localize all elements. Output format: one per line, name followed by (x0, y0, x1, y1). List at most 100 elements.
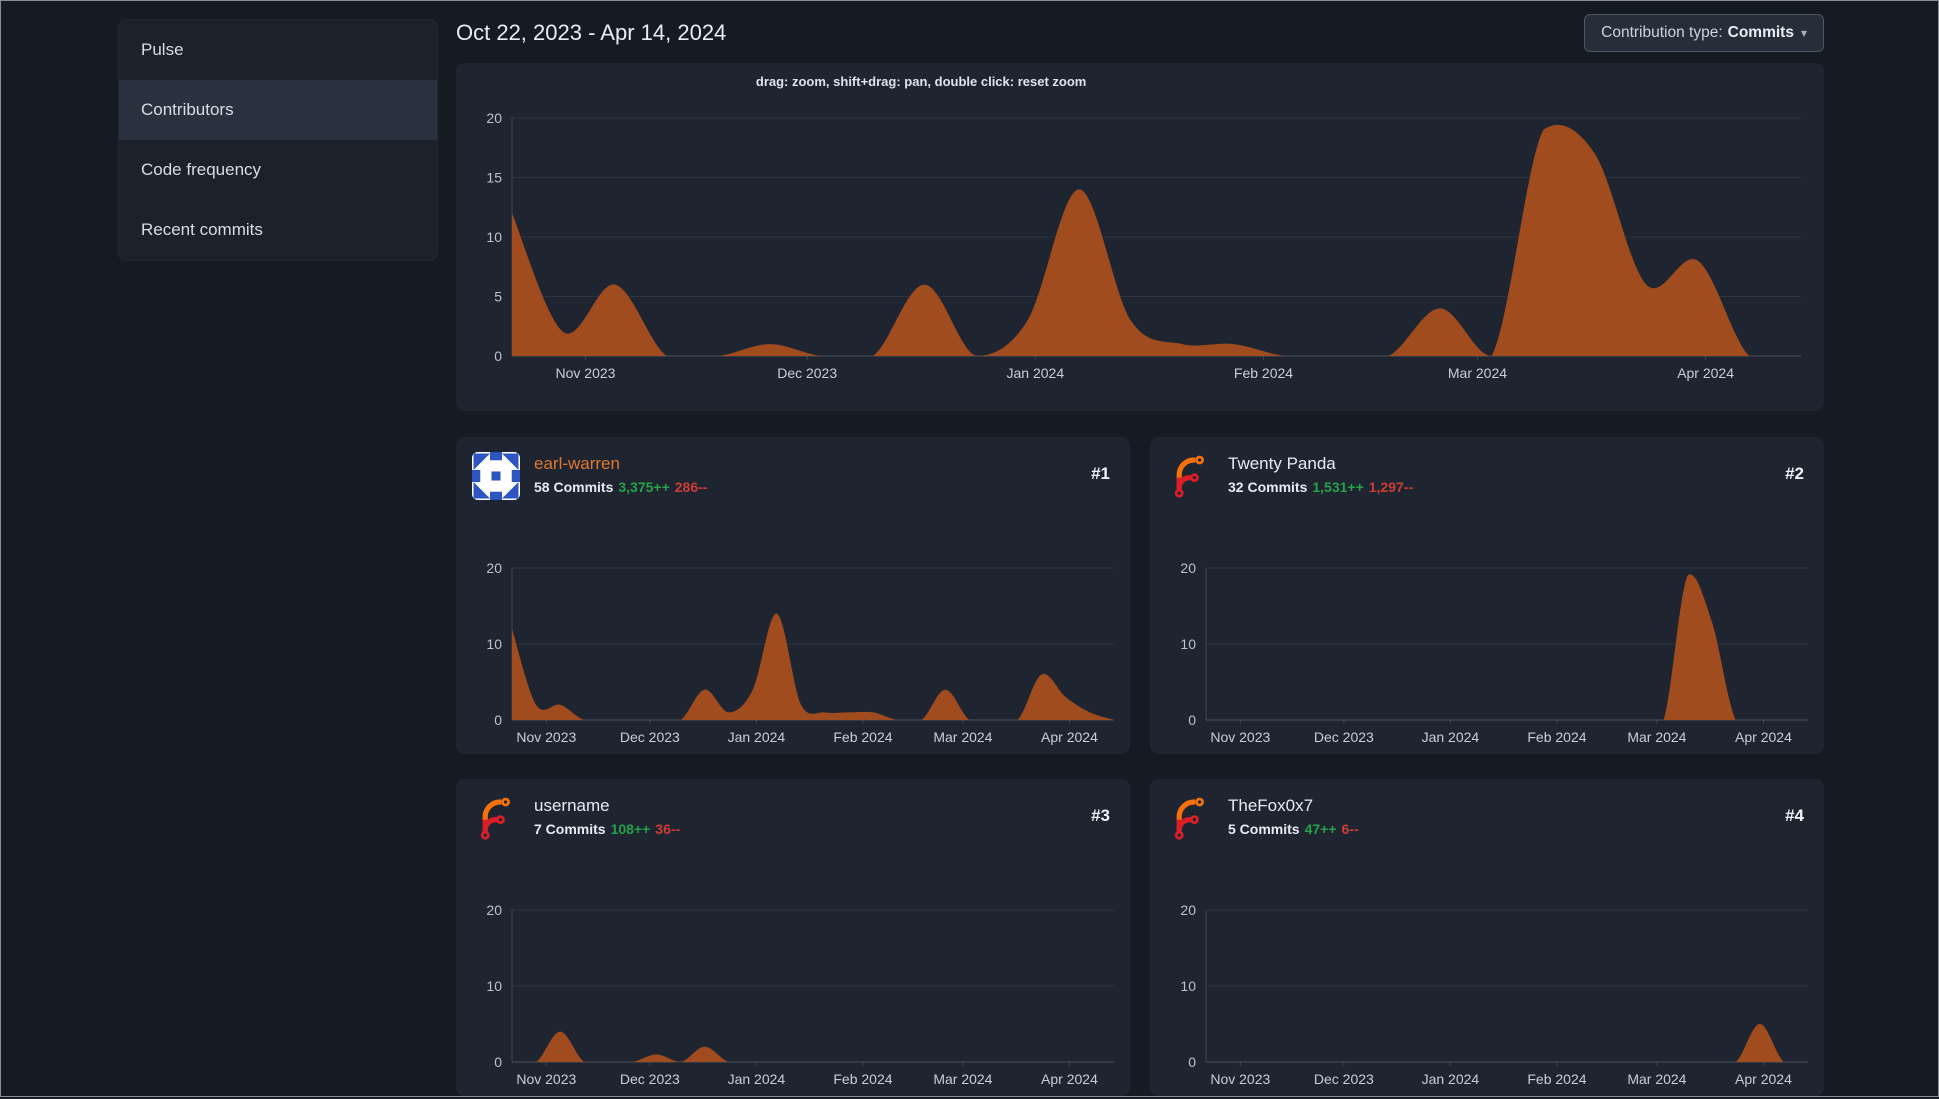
svg-text:20: 20 (486, 110, 502, 126)
contributor-card-header: Twenty Panda 32 Commits 1,531++ 1,297-- #2 (1150, 437, 1824, 500)
contribution-type-label: Contribution type: (1601, 23, 1723, 41)
contributor-stats: 58 Commits 3,375++ 286-- (534, 479, 1091, 495)
contributor-rank: #1 (1091, 464, 1110, 483)
svg-text:Dec 2023: Dec 2023 (620, 1071, 680, 1087)
contributor-card-header: TheFox0x7 5 Commits 47++ 6-- #4 (1150, 779, 1824, 842)
topbar: Oct 22, 2023 - Apr 14, 2024 Contribution… (456, 1, 1824, 53)
svg-text:Apr 2024: Apr 2024 (1041, 729, 1098, 745)
svg-text:5: 5 (494, 289, 502, 305)
svg-text:Apr 2024: Apr 2024 (1735, 1071, 1792, 1087)
contributor-rank: #3 (1091, 806, 1110, 825)
forgejo-logo-avatar (472, 794, 520, 842)
svg-text:Feb 2024: Feb 2024 (833, 729, 892, 745)
svg-text:Jan 2024: Jan 2024 (1422, 729, 1480, 745)
commit-count: 58 Commits (534, 479, 614, 495)
svg-text:10: 10 (486, 229, 502, 245)
svg-text:Jan 2024: Jan 2024 (728, 1071, 786, 1087)
contributor-stats: 32 Commits 1,531++ 1,297-- (1228, 479, 1785, 495)
additions-count: 1,531++ (1312, 479, 1364, 495)
svg-text:Jan 2024: Jan 2024 (1007, 365, 1065, 381)
sidebar-item-recent-commits[interactable]: Recent commits (119, 200, 437, 260)
chevron-down-icon: ▾ (1800, 25, 1807, 40)
sidebar-item-code-frequency[interactable]: Code frequency (119, 140, 437, 200)
svg-text:Feb 2024: Feb 2024 (1527, 1071, 1586, 1087)
contribution-type-dropdown[interactable]: Contribution type: Commits ▾ (1584, 13, 1824, 52)
sidebar-item-pulse[interactable]: Pulse (119, 20, 437, 80)
svg-text:20: 20 (1180, 560, 1196, 576)
commit-count: 7 Commits (534, 821, 606, 837)
svg-text:0: 0 (1188, 712, 1196, 728)
svg-text:10: 10 (486, 978, 502, 994)
svg-text:0: 0 (1188, 1054, 1196, 1070)
additions-count: 47++ (1304, 821, 1337, 837)
total-contributions-panel: drag: zoom, shift+drag: pan, double clic… (456, 63, 1824, 411)
contributor-info: Twenty Panda 32 Commits 1,531++ 1,297-- (1228, 452, 1785, 495)
contributors-page: { "sidebar": { "items": [ { "label": "Pu… (0, 0, 1939, 1097)
contributor-card-header: earl-warren 58 Commits 3,375++ 286-- #1 (456, 437, 1130, 500)
chart-zoom-hint: drag: zoom, shift+drag: pan, double clic… (755, 74, 1087, 89)
svg-text:20: 20 (486, 560, 502, 576)
svg-text:15: 15 (486, 170, 502, 186)
contributor-name: TheFox0x7 (1228, 796, 1314, 815)
svg-text:Mar 2024: Mar 2024 (1627, 1071, 1686, 1087)
contributor-card: TheFox0x7 5 Commits 47++ 6-- #4 0 10 20 Nov 2… (1150, 779, 1824, 1096)
contributor-rank: #2 (1785, 464, 1804, 483)
svg-text:0: 0 (494, 348, 502, 364)
contributor-name: username (534, 796, 610, 815)
svg-text:20: 20 (1180, 902, 1196, 918)
svg-text:10: 10 (1180, 636, 1196, 652)
svg-text:10: 10 (1180, 978, 1196, 994)
contributor-cards: earl-warren 58 Commits 3,375++ 286-- #1 0 1… (456, 437, 1824, 1096)
svg-text:Mar 2024: Mar 2024 (1627, 729, 1686, 745)
activity-sidebar: Pulse Contributors Code frequency Recent… (118, 19, 438, 261)
svg-text:Nov 2023: Nov 2023 (556, 365, 616, 381)
contributor-name[interactable]: earl-warren (534, 454, 1091, 474)
svg-text:Apr 2024: Apr 2024 (1735, 729, 1792, 745)
deletions-count: 286-- (674, 479, 708, 495)
commit-count: 32 Commits (1228, 479, 1308, 495)
svg-text:Mar 2024: Mar 2024 (933, 729, 992, 745)
forgejo-logo-avatar (1166, 452, 1214, 500)
contribution-type-value: Commits (1727, 23, 1794, 41)
contributor-chart[interactable]: 0 10 20 Nov 2023 Dec 2023 Jan 2024 Feb 2024 Mar… (1150, 884, 1824, 1094)
total-contributions-chart[interactable]: 0 5 10 15 20 Nov 2023 Dec 2023 Jan 2024 Feb 2024… (456, 97, 1824, 405)
contributor-name: Twenty Panda (1228, 454, 1336, 473)
contributor-stats: 5 Commits 47++ 6-- (1228, 821, 1785, 837)
sidebar-item-contributors[interactable]: Contributors (119, 80, 437, 140)
svg-text:10: 10 (486, 636, 502, 652)
contributor-stats: 7 Commits 108++ 36-- (534, 821, 1091, 837)
contributor-card-header: username 7 Commits 108++ 36-- #3 (456, 779, 1130, 842)
date-range-title: Oct 22, 2023 - Apr 14, 2024 (456, 19, 727, 45)
svg-text:Nov 2023: Nov 2023 (1210, 729, 1270, 745)
contributor-card: earl-warren 58 Commits 3,375++ 286-- #1 0 1… (456, 437, 1130, 754)
svg-text:Nov 2023: Nov 2023 (516, 1071, 576, 1087)
additions-count: 3,375++ (618, 479, 670, 495)
forgejo-logo-avatar (1166, 794, 1214, 842)
svg-text:Nov 2023: Nov 2023 (1210, 1071, 1270, 1087)
svg-text:Dec 2023: Dec 2023 (620, 729, 680, 745)
identicon-avatar (472, 452, 520, 500)
svg-text:Dec 2023: Dec 2023 (1314, 729, 1374, 745)
contributor-chart[interactable]: 0 10 20 Nov 2023 Dec 2023 Jan 2024 Feb 2024 Mar… (456, 884, 1130, 1094)
deletions-count: 6-- (1341, 821, 1359, 837)
deletions-count: 1,297-- (1368, 479, 1414, 495)
svg-text:Feb 2024: Feb 2024 (833, 1071, 892, 1087)
commit-count: 5 Commits (1228, 821, 1300, 837)
svg-text:Dec 2023: Dec 2023 (777, 365, 837, 381)
svg-text:Dec 2023: Dec 2023 (1314, 1071, 1374, 1087)
additions-count: 108++ (610, 821, 651, 837)
svg-text:Apr 2024: Apr 2024 (1677, 365, 1734, 381)
svg-text:20: 20 (486, 902, 502, 918)
svg-text:0: 0 (494, 712, 502, 728)
contributor-card: username 7 Commits 108++ 36-- #3 0 10 20 Nov … (456, 779, 1130, 1096)
contributor-chart[interactable]: 0 10 20 Nov 2023 Dec 2023 Jan 2024 Feb 2024 Mar… (456, 542, 1130, 752)
contributor-chart[interactable]: 0 10 20 Nov 2023 Dec 2023 Jan 2024 Feb 2024 Mar… (1150, 542, 1824, 752)
contributor-info: earl-warren 58 Commits 3,375++ 286-- (534, 452, 1091, 495)
contributor-info: TheFox0x7 5 Commits 47++ 6-- (1228, 794, 1785, 837)
svg-text:Mar 2024: Mar 2024 (933, 1071, 992, 1087)
contributor-card: Twenty Panda 32 Commits 1,531++ 1,297-- #2… (1150, 437, 1824, 754)
svg-text:Feb 2024: Feb 2024 (1527, 729, 1586, 745)
svg-text:Nov 2023: Nov 2023 (516, 729, 576, 745)
main-content: Oct 22, 2023 - Apr 14, 2024 Contribution… (456, 1, 1824, 1096)
svg-text:0: 0 (494, 1054, 502, 1070)
